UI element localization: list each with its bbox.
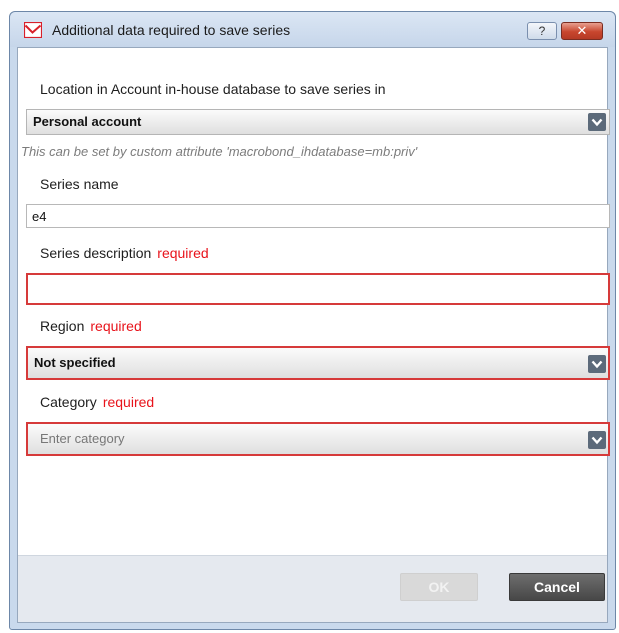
cancel-button[interactable]: Cancel (509, 573, 605, 601)
chart-line-icon (24, 22, 42, 38)
category-placeholder: Enter category (40, 431, 125, 446)
dialog-title: Additional data required to save series (52, 22, 291, 38)
region-selected-value: Not specified (34, 355, 116, 370)
close-icon: ✕ (576, 23, 588, 38)
series-name-input[interactable] (26, 204, 610, 228)
close-button[interactable]: ✕ (561, 22, 603, 40)
chevron-down-icon[interactable] (588, 355, 606, 373)
help-icon: ? (538, 24, 546, 38)
required-indicator: required (102, 394, 155, 410)
series-description-input[interactable] (26, 273, 610, 305)
chevron-down-icon[interactable] (588, 113, 606, 131)
required-indicator: required (157, 245, 209, 261)
ok-button[interactable]: OK (400, 573, 478, 601)
series-description-label: Series description (40, 245, 152, 261)
region-label: Region (40, 318, 85, 334)
region-label-row: Region required (40, 318, 142, 334)
location-selected-value: Personal account (33, 114, 142, 129)
required-indicator: required (90, 318, 142, 334)
location-hint: This can be set by custom attribute 'mac… (21, 144, 418, 159)
category-label: Category (40, 394, 97, 410)
chevron-down-icon[interactable] (588, 431, 606, 449)
location-label: Location in Account in-house database to… (40, 81, 386, 97)
dialog-body: Location in Account in-house database to… (17, 47, 610, 623)
category-combobox[interactable]: Enter category (26, 422, 610, 456)
region-select[interactable]: Not specified (26, 346, 610, 380)
category-label-row: Category required (40, 394, 154, 410)
series-description-label-row: Series description required (40, 245, 209, 261)
series-name-label: Series name (40, 176, 119, 192)
location-select[interactable]: Personal account (26, 109, 610, 135)
dialog-footer: OK Cancel (18, 555, 607, 622)
title-bar: Additional data required to save series … (10, 12, 615, 47)
help-button[interactable]: ? (527, 22, 557, 40)
dialog-window: Additional data required to save series … (9, 11, 616, 630)
